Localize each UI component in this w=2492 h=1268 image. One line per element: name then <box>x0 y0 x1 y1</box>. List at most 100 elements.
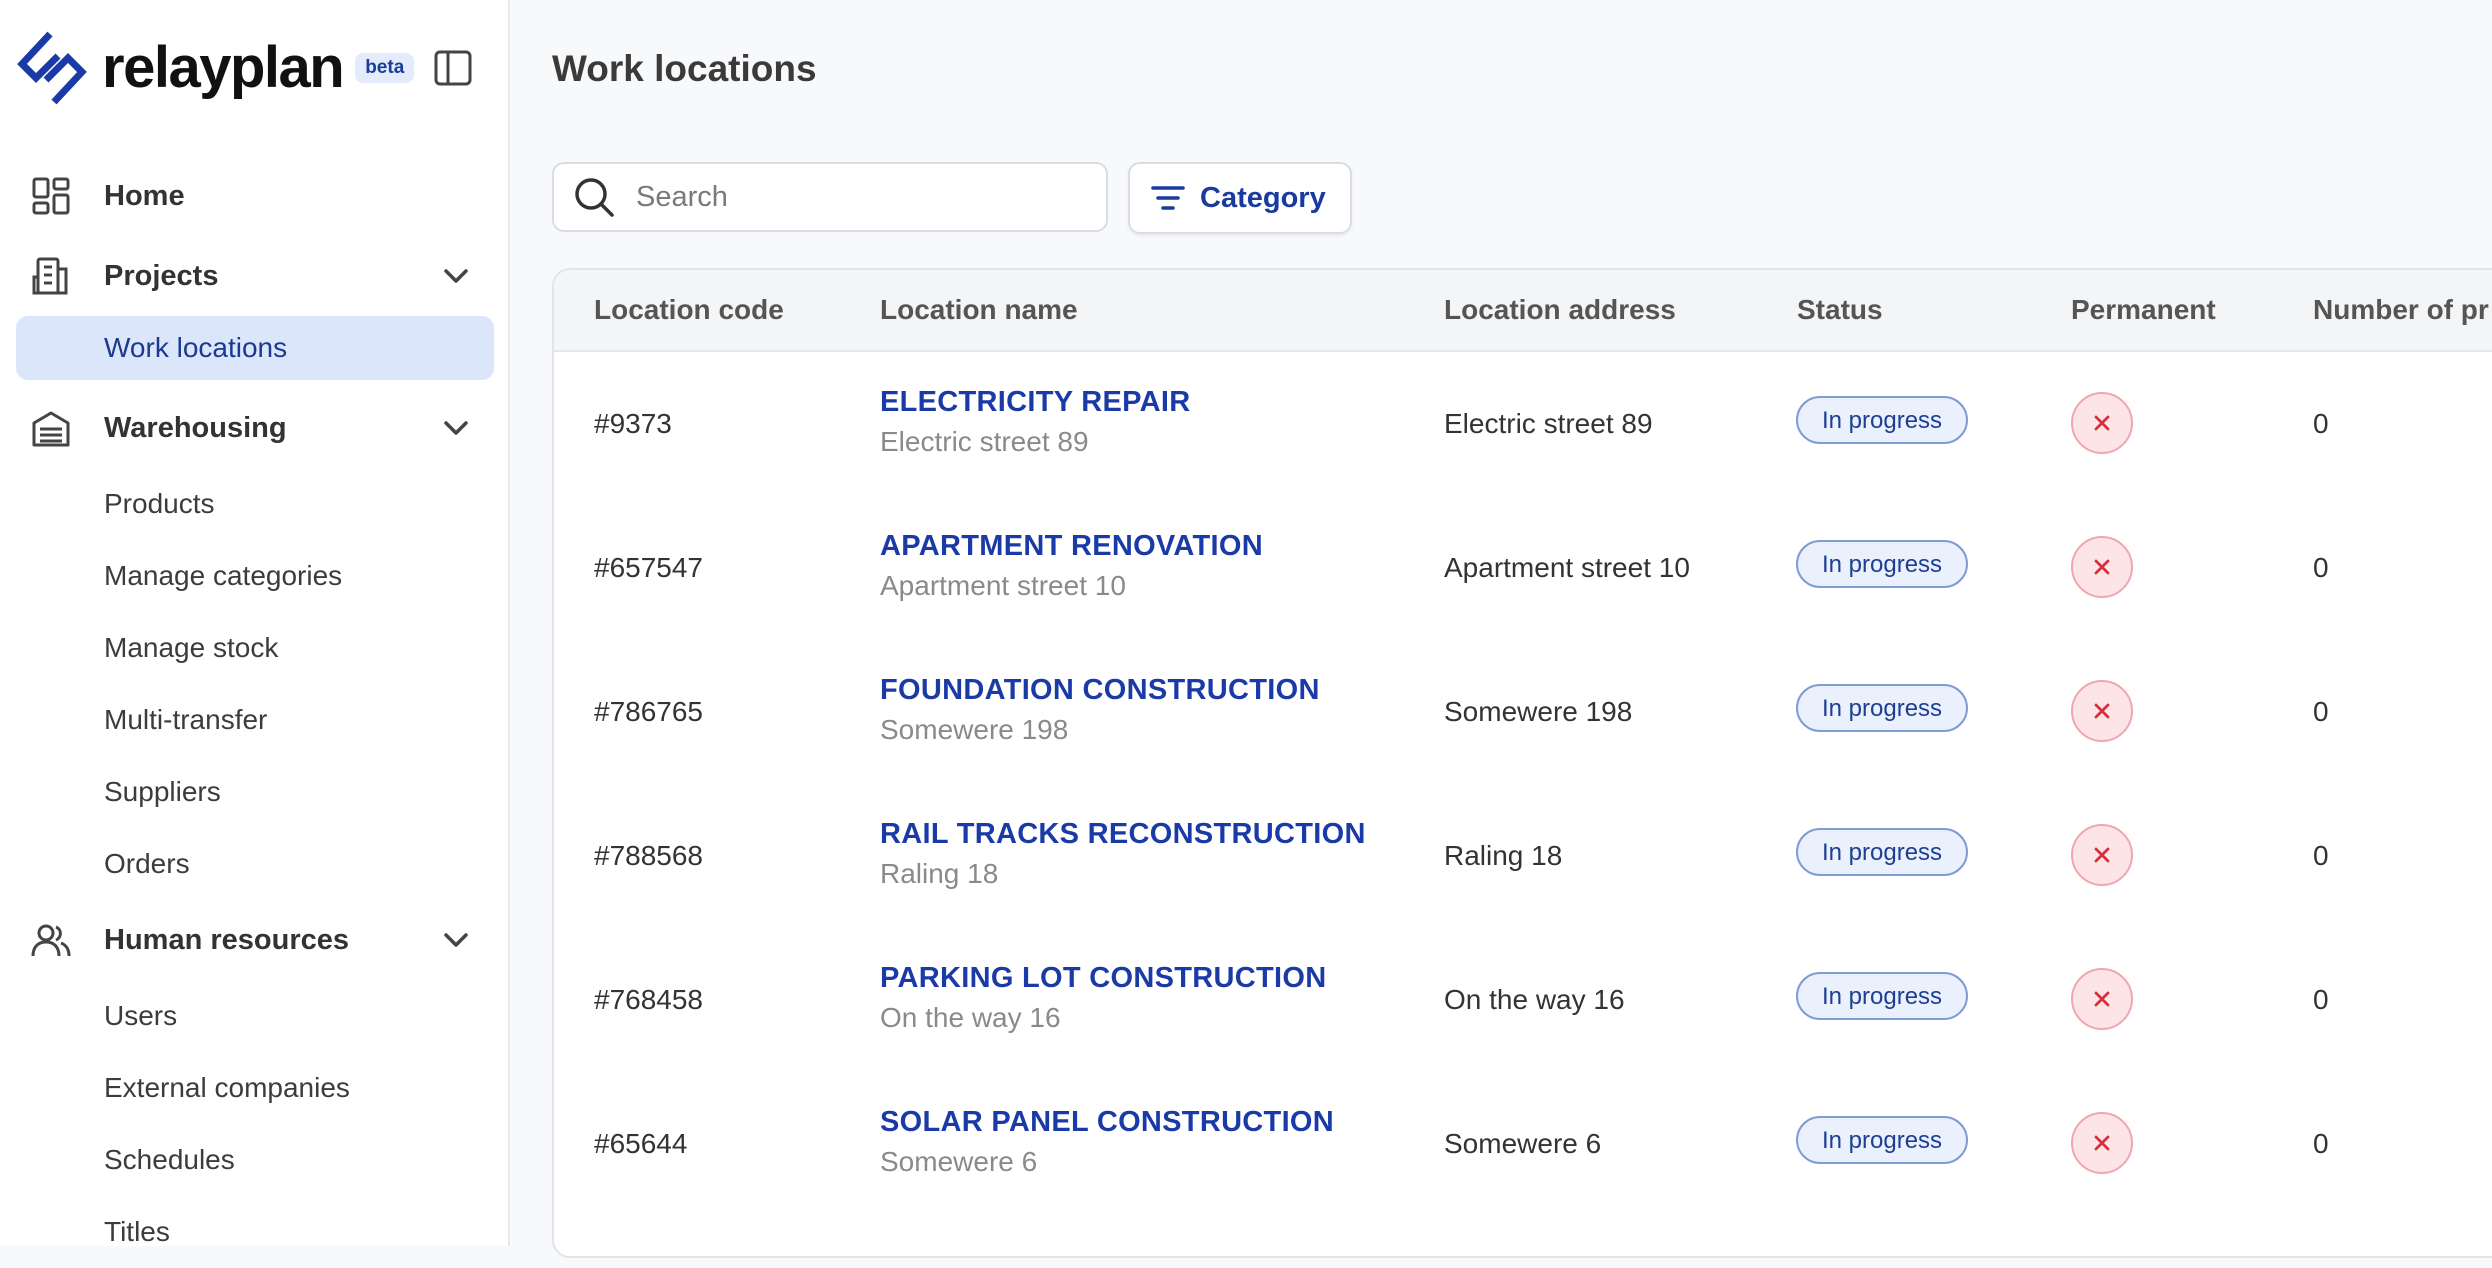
location-name-subtitle: Apartment street 10 <box>880 570 1126 601</box>
table-row[interactable]: #786765 FOUNDATION CONSTRUCTION Somewere… <box>554 638 2492 782</box>
location-name-subtitle: On the way 16 <box>880 1002 1061 1033</box>
warehouse-icon <box>32 411 70 447</box>
location-name-subtitle: Electric street 89 <box>880 426 1089 457</box>
sidebar-item-label: Home <box>104 179 185 212</box>
sidebar-item-orders[interactable]: Orders <box>0 828 510 900</box>
sidebar-item-label: Multi-transfer <box>104 704 268 735</box>
sidebar-item-label: Orders <box>104 848 190 879</box>
location-name-link[interactable]: PARKING LOT CONSTRUCTION <box>880 962 1326 995</box>
location-name-subtitle: Raling 18 <box>880 858 999 889</box>
users-icon <box>31 924 71 957</box>
category-filter-button[interactable]: Category <box>1128 162 1352 234</box>
sidebar-item-multi-transfer[interactable]: Multi-transfer <box>0 684 510 756</box>
sidebar-item-warehousing[interactable]: Warehousing <box>0 388 510 468</box>
sidebar-nav: Home Projects Work locations Warehousing… <box>0 156 510 1268</box>
brand[interactable]: relayplan beta <box>16 30 415 106</box>
filter-icon <box>1151 186 1185 210</box>
permanent-no-badge <box>2071 968 2133 1030</box>
permanent-no-badge <box>2071 1112 2133 1174</box>
chevron-down-icon[interactable] <box>438 258 474 294</box>
permanent-no-badge <box>2071 680 2133 742</box>
category-filter-label: Category <box>1200 181 1326 214</box>
sidebar-item-work-locations[interactable]: Work locations <box>16 316 494 380</box>
sidebar-item-projects[interactable]: Projects <box>0 236 510 316</box>
number-of-projects: 0 <box>2313 696 2329 727</box>
search-box[interactable] <box>552 162 1108 232</box>
location-code: #65644 <box>594 1128 688 1159</box>
sidebar-item-manage-stock[interactable]: Manage stock <box>0 612 510 684</box>
table-row[interactable]: #9373 ELECTRICITY REPAIR Electric street… <box>554 350 2492 494</box>
column-header-location-address[interactable]: Location address <box>1444 294 1676 326</box>
status-badge: In progress <box>1796 828 1969 876</box>
sidebar-item-label: Products <box>104 488 215 519</box>
sidebar-item-suppliers[interactable]: Suppliers <box>0 756 510 828</box>
locations-table: Location code Location name Location add… <box>552 268 2492 1258</box>
building-icon <box>32 257 68 295</box>
number-of-projects: 0 <box>2313 552 2329 583</box>
close-icon <box>2094 991 2110 1007</box>
sidebar-item-external-companies[interactable]: External companies <box>0 1052 510 1124</box>
brand-name: relayplan <box>102 35 345 100</box>
sidebar-toggle-icon[interactable] <box>432 48 474 88</box>
status-badge: In progress <box>1796 540 1969 588</box>
number-of-projects: 0 <box>2313 408 2329 439</box>
number-of-projects: 0 <box>2313 984 2329 1015</box>
status-badge: In progress <box>1796 684 1969 732</box>
location-code: #9373 <box>594 408 672 439</box>
sidebar-item-label: Suppliers <box>104 776 221 807</box>
location-name-link[interactable]: APARTMENT RENOVATION <box>880 530 1263 563</box>
sidebar-item-label: Warehousing <box>104 411 287 444</box>
location-name-link[interactable]: RAIL TRACKS RECONSTRUCTION <box>880 818 1366 851</box>
table-row[interactable]: #65644 SOLAR PANEL CONSTRUCTION Somewere… <box>554 1070 2492 1214</box>
sidebar-item-label: Work locations <box>104 332 288 363</box>
sidebar-item-users[interactable]: Users <box>0 980 510 1052</box>
number-of-projects: 0 <box>2313 840 2329 871</box>
chevron-down-icon[interactable] <box>438 410 474 446</box>
location-address: On the way 16 <box>1444 984 1625 1015</box>
sidebar: relayplan beta Home Projects Work locati… <box>0 0 510 1247</box>
sidebar-item-label: Projects <box>104 259 219 292</box>
location-name-link[interactable]: FOUNDATION CONSTRUCTION <box>880 674 1320 707</box>
location-address: Electric street 89 <box>1444 408 1653 439</box>
main-content: Work locations Category Location code Lo… <box>512 0 2492 1258</box>
sidebar-item-human-resources[interactable]: Human resources <box>0 900 510 980</box>
chevron-down-icon[interactable] <box>438 922 474 958</box>
permanent-no-badge <box>2071 536 2133 598</box>
search-icon <box>575 178 614 217</box>
close-icon <box>2094 559 2110 575</box>
status-badge: In progress <box>1796 972 1969 1020</box>
sidebar-item-home[interactable]: Home <box>0 156 510 236</box>
column-header-permanent[interactable]: Permanent <box>2071 294 2216 326</box>
sidebar-item-label: Titles <box>104 1216 170 1247</box>
sidebar-item-label: Manage stock <box>104 632 279 663</box>
table-row[interactable]: #768458 PARKING LOT CONSTRUCTION On the … <box>554 926 2492 1070</box>
dashboard-icon <box>32 177 70 215</box>
sidebar-item-products[interactable]: Products <box>0 468 510 540</box>
status-badge: In progress <box>1796 1116 1969 1164</box>
permanent-no-badge <box>2071 392 2133 454</box>
close-icon <box>2094 703 2110 719</box>
location-code: #788568 <box>594 840 704 871</box>
sidebar-item-manage-categories[interactable]: Manage categories <box>0 540 510 612</box>
search-input[interactable] <box>634 171 1078 223</box>
table-row[interactable]: #657547 APARTMENT RENOVATION Apartment s… <box>554 494 2492 638</box>
column-header-location-code[interactable]: Location code <box>594 294 784 326</box>
permanent-no-badge <box>2071 824 2133 886</box>
column-header-number-of-projects[interactable]: Number of pr <box>2313 294 2489 326</box>
sidebar-item-label: Human resources <box>104 923 349 956</box>
location-name-link[interactable]: SOLAR PANEL CONSTRUCTION <box>880 1106 1334 1139</box>
status-badge: In progress <box>1796 396 1969 444</box>
table-row[interactable]: #788568 RAIL TRACKS RECONSTRUCTION Ralin… <box>554 782 2492 926</box>
column-header-status[interactable]: Status <box>1797 294 1883 326</box>
sidebar-item-titles[interactable]: Titles <box>0 1196 510 1268</box>
location-name-link[interactable]: ELECTRICITY REPAIR <box>880 386 1190 419</box>
sidebar-item-label: External companies <box>104 1072 350 1103</box>
column-header-location-name[interactable]: Location name <box>880 294 1078 326</box>
location-name-subtitle: Somewere 6 <box>880 1146 1038 1177</box>
number-of-projects: 0 <box>2313 1128 2329 1159</box>
location-code: #657547 <box>594 552 704 583</box>
location-address: Somewere 6 <box>1444 1128 1602 1159</box>
close-icon <box>2094 847 2110 863</box>
sidebar-item-schedules[interactable]: Schedules <box>0 1124 510 1196</box>
sidebar-item-label: Users <box>104 1000 178 1031</box>
